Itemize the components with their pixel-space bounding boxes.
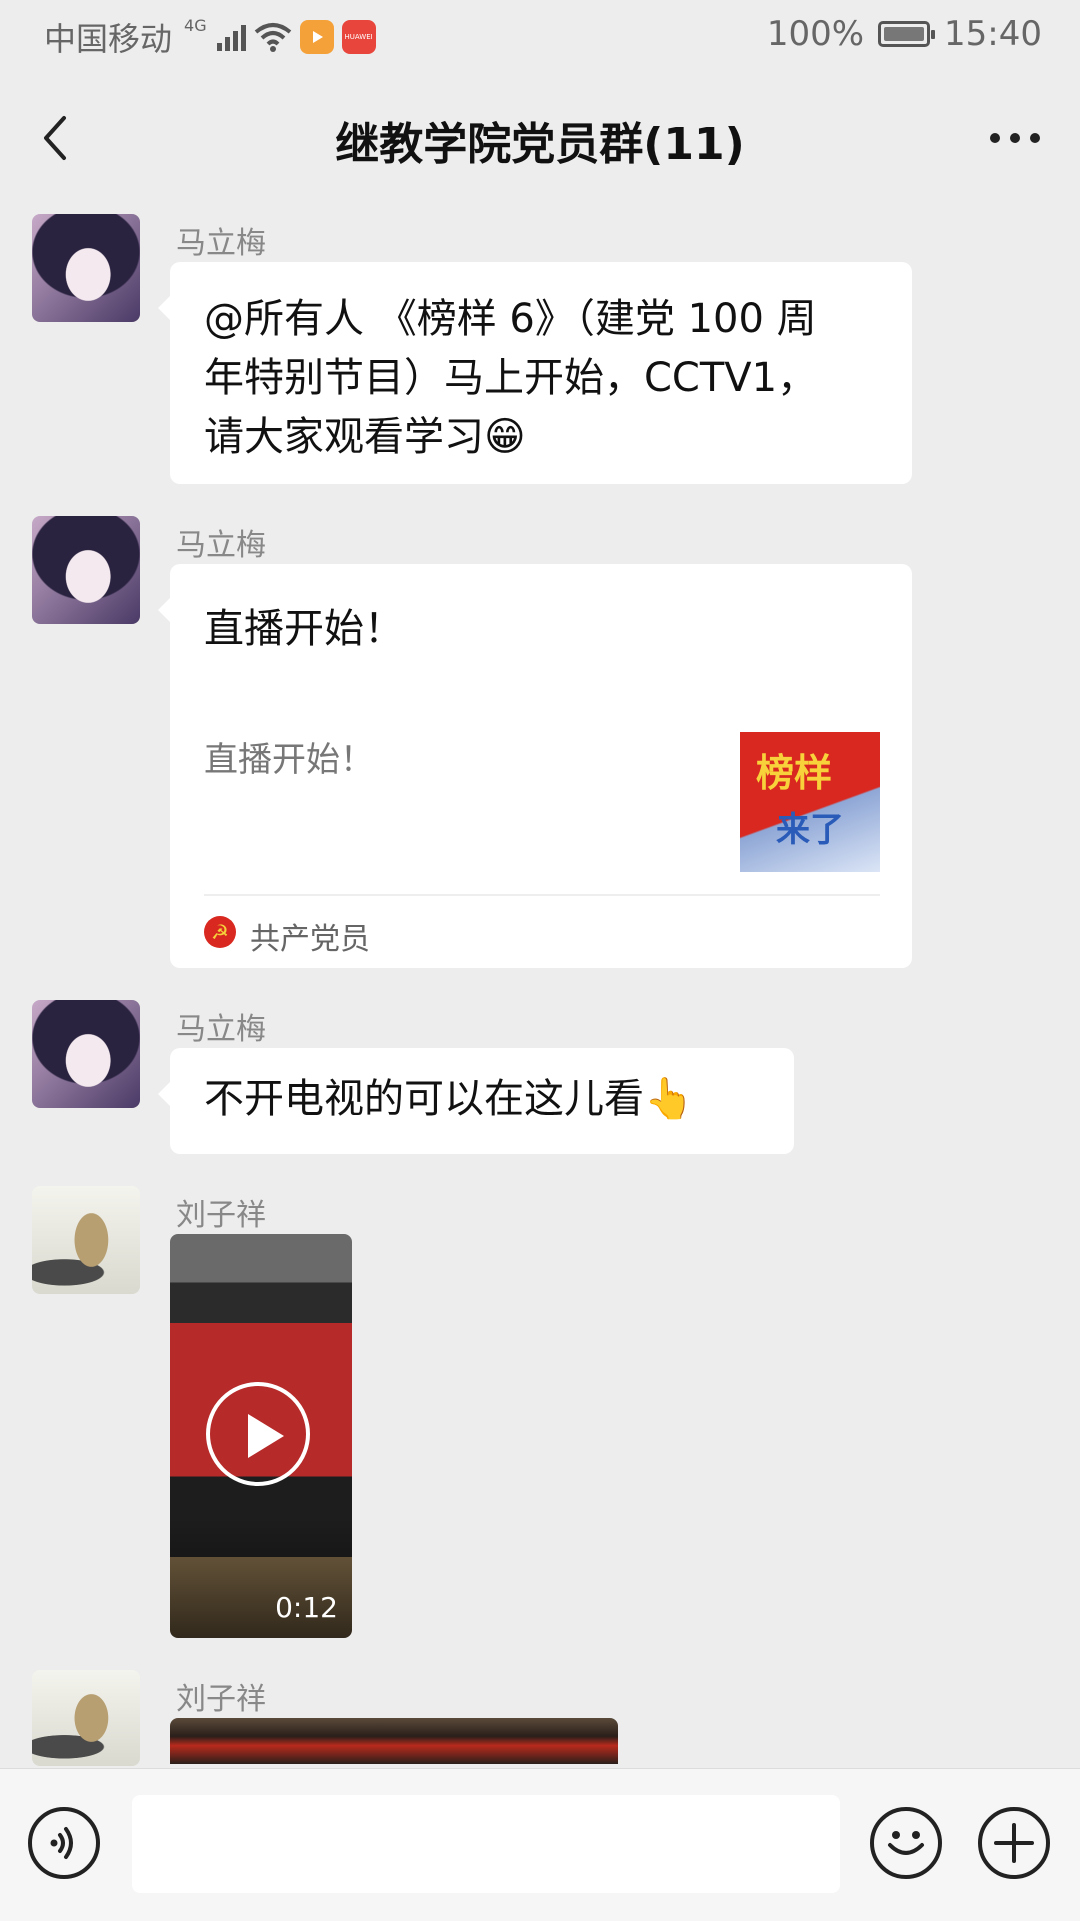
battery-icon <box>878 21 936 47</box>
sender-name: 马立梅 <box>176 226 266 261</box>
emoji-icon[interactable] <box>870 1807 942 1879</box>
video-app-icon <box>299 20 334 54</box>
input-bar <box>0 1768 1080 1921</box>
huawei-badge-label: HUAWEI <box>344 33 373 41</box>
avatar[interactable] <box>32 516 140 624</box>
avatar[interactable] <box>32 214 140 322</box>
plus-icon[interactable] <box>978 1807 1050 1879</box>
message-bubble[interactable]: 不开电视的可以在这儿看👆 <box>158 1048 794 1154</box>
message-text: @所有人 《榜样 6》（建党 100 周 年特别节目）马上开始，CCTV1， 请… <box>204 290 878 467</box>
sender-name: 刘子祥 <box>176 1682 266 1717</box>
status-left: 中国移动 4G HUAWEI <box>44 14 376 60</box>
message-bubble[interactable]: @所有人 《榜样 6》（建党 100 周 年特别节目）马上开始，CCTV1， 请… <box>158 262 912 484</box>
avatar[interactable] <box>32 1670 140 1766</box>
more-options-icon[interactable] <box>980 108 1050 168</box>
sender-name: 马立梅 <box>176 1012 266 1047</box>
message-input[interactable] <box>132 1795 840 1893</box>
card-source: 共产党员 <box>250 922 370 957</box>
voice-icon[interactable] <box>28 1807 100 1879</box>
network-type: 4G <box>184 16 207 35</box>
play-icon[interactable] <box>206 1382 310 1486</box>
sender-name: 刘子祥 <box>176 1198 266 1233</box>
avatar[interactable] <box>32 1000 140 1108</box>
video-message[interactable] <box>170 1718 618 1764</box>
status-right: 100% 15:40 <box>767 14 1042 54</box>
card-thumbnail: 榜样 来了 <box>740 732 880 872</box>
video-message[interactable]: 0:12 <box>170 1234 352 1638</box>
thumbnail-text: 榜样 <box>756 750 833 795</box>
clock: 15:40 <box>944 14 1042 54</box>
party-emblem-icon: ☭ <box>204 916 236 948</box>
battery-percent: 100% <box>766 14 865 54</box>
message-line: @所有人 《榜样 6》（建党 100 周 <box>204 296 817 342</box>
wifi-icon <box>254 23 291 52</box>
huawei-app-icon: HUAWEI <box>341 20 376 54</box>
card-description: 直播开始！ <box>204 740 374 780</box>
status-bar: 中国移动 4G HUAWEI 100% 15:40 <box>0 0 1080 76</box>
avatar[interactable] <box>32 1186 140 1294</box>
message-line: 年特别节目）马上开始，CCTV1， <box>204 355 818 401</box>
signal-icon <box>216 23 246 51</box>
thumbnail-text: 来了 <box>776 810 844 850</box>
sender-name: 马立梅 <box>176 528 266 563</box>
chat-title: 继教学院党员群(11) <box>335 119 745 170</box>
message-text: 不开电视的可以在这儿看👆 <box>204 1076 694 1122</box>
message-line: 请大家观看学习😁 <box>204 414 526 460</box>
card-title: 直播开始！ <box>204 606 404 652</box>
carrier-name: 中国移动 <box>44 20 173 58</box>
shared-link-card[interactable]: 直播开始！ 直播开始！ 榜样 来了 ☭ 共产党员 <box>158 564 912 968</box>
video-duration: 0:12 <box>275 1591 338 1624</box>
card-divider <box>204 894 880 896</box>
chat-header: 继教学院党员群(11) <box>0 80 1080 196</box>
